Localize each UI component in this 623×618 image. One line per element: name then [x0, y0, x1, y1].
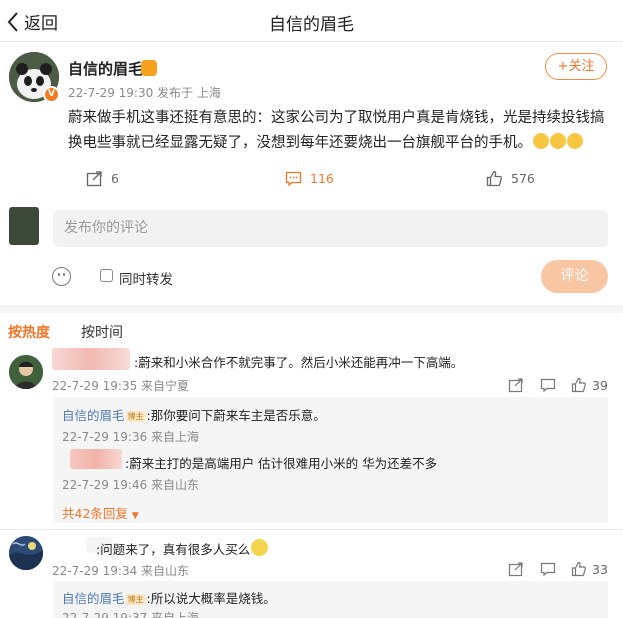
thumbs-up-icon[interactable]: [571, 561, 587, 577]
reply-item: 自信的眉毛 博主:那你要问下蔚来车主是否乐意。: [62, 405, 326, 424]
comment-meta: 22-7-29 19:34 来自山东: [52, 564, 190, 578]
reply-thread: 自信的眉毛 博主:那你要问下蔚来车主是否乐意。 22-7-29 19:36 来自上…: [53, 397, 608, 523]
reply-meta: 22-7-29 19:36 来自上海: [62, 430, 200, 444]
tab-sort-hot[interactable]: 按热度: [8, 322, 50, 342]
author-tag: 博主: [125, 411, 146, 422]
follow-button[interactable]: +关注: [545, 53, 607, 80]
repost-checkbox[interactable]: [100, 269, 113, 282]
laugh-emoji-icon: [550, 133, 566, 149]
author-name[interactable]: 自信的眉毛: [68, 58, 143, 79]
comment-divider: [0, 529, 623, 530]
post-body: 蔚来做手机这事还挺有意思的：这家公司为了取悦用户真是肯烧钱，光是持续投钱搞换电些…: [68, 106, 608, 156]
reply-text: :那你要问下蔚来车主是否乐意。: [146, 408, 326, 423]
blurred-username: [52, 348, 130, 370]
more-replies-label: 共42条回复: [62, 506, 128, 521]
like-button[interactable]: 576: [486, 170, 535, 187]
reply-text: :蔚来主打的是高端用户 估计很难用小米的 华为还差不多: [125, 456, 438, 471]
post-text: 蔚来做手机这事还挺有意思的：这家公司为了取悦用户真是肯烧钱，光是持续投钱搞换电些…: [68, 110, 605, 151]
reply-author[interactable]: 自信的眉毛: [62, 591, 125, 606]
reply-author[interactable]: 自信的眉毛: [62, 408, 125, 423]
author-tag: 博主: [125, 594, 146, 605]
repost-icon: [86, 171, 102, 187]
my-avatar: [9, 207, 39, 245]
reply-thread: 自信的眉毛 博主:所以说大概率是烧钱。 22-7-29 19:37 来自上海: [53, 581, 608, 618]
reply-meta: 22-7-29 19:37 来自上海: [62, 611, 200, 618]
comment-icon[interactable]: [540, 377, 556, 393]
comment-button[interactable]: 116: [285, 170, 334, 187]
reply-meta: 22-7-29 19:46 来自山东: [62, 478, 200, 492]
verified-badge: V: [43, 86, 60, 103]
section-divider: [0, 305, 623, 313]
comment-text: :蔚来和小米合作不就完事了。然后小米还能再冲一下高端。: [134, 355, 464, 370]
comment-body: :问题来了，真有很多人买么: [96, 542, 251, 557]
comment-like-count: 33: [592, 562, 608, 577]
repost-checkbox-label[interactable]: 同时转发: [119, 268, 173, 288]
like-count: 576: [511, 171, 535, 186]
emoji-picker-icon[interactable]: [52, 267, 71, 286]
comment-icon[interactable]: [540, 561, 556, 577]
comment-meta: 22-7-29 19:35 来自宁夏: [52, 379, 190, 393]
repost-button[interactable]: 6: [86, 170, 119, 187]
comment-like-count: 39: [592, 378, 608, 393]
post-meta: 22-7-29 19:30 发布于 上海: [68, 86, 221, 100]
reply-item: 自信的眉毛 博主:所以说大概率是烧钱。: [62, 588, 276, 607]
comment-input[interactable]: 发布你的评论: [53, 210, 608, 247]
repost-icon[interactable]: [508, 561, 524, 577]
top-bar: 返回 自信的眉毛: [0, 0, 623, 42]
commenter-avatar[interactable]: [9, 355, 43, 389]
thinking-emoji-icon: [251, 539, 269, 556]
comment-count: 116: [310, 171, 334, 186]
commenter-avatar[interactable]: [9, 536, 43, 570]
laugh-emoji-icon: [533, 133, 549, 149]
more-replies-link[interactable]: 共42条回复 ▼: [62, 503, 139, 522]
repost-icon[interactable]: [508, 377, 524, 393]
page-title: 自信的眉毛: [269, 15, 354, 35]
comment-text: :问题来了，真有很多人买么: [96, 539, 269, 558]
caret-down-icon: ▼: [131, 511, 139, 521]
crown-icon: [141, 60, 157, 76]
repost-count: 6: [111, 171, 119, 186]
tab-sort-time[interactable]: 按时间: [81, 322, 123, 342]
submit-comment-button[interactable]: 评论: [541, 260, 608, 293]
thumbs-up-icon[interactable]: [571, 377, 587, 393]
thumbs-up-icon: [486, 170, 503, 187]
reply-text: :所以说大概率是烧钱。: [146, 591, 276, 606]
comment-icon: [285, 171, 302, 187]
blurred-username: [70, 449, 122, 469]
laugh-emoji-icon: [567, 133, 583, 149]
